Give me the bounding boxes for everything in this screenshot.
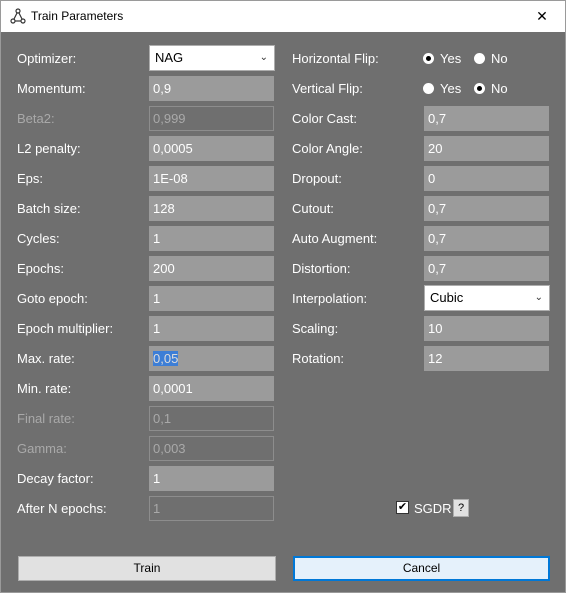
auto-augment-input[interactable]: 0,7 <box>424 226 549 251</box>
scaling-input[interactable]: 10 <box>424 316 549 341</box>
chevron-down-icon: ⌄ <box>534 292 543 303</box>
window-title: Train Parameters <box>31 9 124 23</box>
radio-selected-icon <box>423 53 434 64</box>
rotation-label: Rotation: <box>292 351 345 366</box>
color-angle-label: Color Angle: <box>292 141 363 156</box>
cancel-button[interactable]: Cancel <box>293 556 550 581</box>
batch-size-label: Batch size: <box>17 201 81 216</box>
final-rate-label: Final rate: <box>17 411 75 426</box>
vflip-yes-radio[interactable]: Yes <box>423 81 461 96</box>
auto-augment-label: Auto Augment: <box>292 231 378 246</box>
train-parameters-dialog: Train Parameters ✕ Optimizer: NAG ⌄ Mome… <box>0 0 566 593</box>
color-cast-input[interactable]: 0,7 <box>424 106 549 131</box>
radio-selected-icon <box>474 83 485 94</box>
l2-penalty-input[interactable]: 0,0005 <box>149 136 274 161</box>
optimizer-value: NAG <box>155 50 184 65</box>
sgdr-label: SGDR <box>414 501 452 516</box>
sgdr-checkbox[interactable]: ✔ <box>396 501 409 514</box>
eps-label: Eps: <box>17 171 44 186</box>
min-rate-label: Min. rate: <box>17 381 72 396</box>
interpolation-value: Cubic <box>430 290 464 305</box>
hflip-yes-label: Yes <box>440 51 462 66</box>
close-icon: ✕ <box>536 8 548 24</box>
cycles-input[interactable]: 1 <box>149 226 274 251</box>
vflip-no-radio[interactable]: No <box>474 81 508 96</box>
hflip-yes-radio[interactable]: Yes <box>423 51 461 66</box>
vflip-yes-label: Yes <box>440 81 462 96</box>
dropout-label: Dropout: <box>292 171 342 186</box>
interpolation-select[interactable]: Cubic ⌄ <box>424 285 550 311</box>
epochs-label: Epochs: <box>17 261 64 276</box>
momentum-input[interactable]: 0,9 <box>149 76 274 101</box>
color-cast-label: Color Cast: <box>292 111 358 126</box>
l2-penalty-label: L2 penalty: <box>17 141 81 156</box>
optimizer-label: Optimizer: <box>17 51 77 66</box>
cycles-label: Cycles: <box>17 231 60 246</box>
max-rate-label: Max. rate: <box>17 351 75 366</box>
epoch-multiplier-label: Epoch multiplier: <box>17 321 114 336</box>
sgdr-help-button[interactable]: ? <box>453 499 469 517</box>
vflip-no-label: No <box>491 81 508 96</box>
dropout-input[interactable]: 0 <box>424 166 549 191</box>
goto-epoch-input[interactable]: 1 <box>149 286 274 311</box>
optimizer-select[interactable]: NAG ⌄ <box>149 45 275 71</box>
eps-input[interactable]: 1E-08 <box>149 166 274 191</box>
color-angle-input[interactable]: 20 <box>424 136 549 161</box>
train-button[interactable]: Train <box>18 556 276 581</box>
batch-size-input[interactable]: 128 <box>149 196 274 221</box>
distortion-input[interactable]: 0,7 <box>424 256 549 281</box>
distortion-label: Distortion: <box>292 261 351 276</box>
gamma-input[interactable]: 0,003 <box>149 436 274 461</box>
hflip-no-label: No <box>491 51 508 66</box>
max-rate-selected-text: 0,05 <box>153 351 179 366</box>
interpolation-label: Interpolation: <box>292 291 368 306</box>
decay-factor-label: Decay factor: <box>17 471 94 486</box>
final-rate-input[interactable]: 0,1 <box>149 406 274 431</box>
decay-factor-input[interactable]: 1 <box>149 466 274 491</box>
after-n-epochs-label: After N epochs: <box>17 501 107 516</box>
beta2-input[interactable]: 0,999 <box>149 106 274 131</box>
chevron-down-icon: ⌄ <box>259 52 268 63</box>
scaling-label: Scaling: <box>292 321 339 336</box>
title-bar: Train Parameters ✕ <box>1 1 565 32</box>
goto-epoch-label: Goto epoch: <box>17 291 88 306</box>
close-button[interactable]: ✕ <box>519 1 565 32</box>
rotation-input[interactable]: 12 <box>424 346 549 371</box>
check-icon: ✔ <box>397 501 408 513</box>
horizontal-flip-label: Horizontal Flip: <box>292 51 379 66</box>
max-rate-input[interactable]: 0,05 <box>149 346 274 371</box>
gamma-label: Gamma: <box>17 441 67 456</box>
cutout-input[interactable]: 0,7 <box>424 196 549 221</box>
cutout-label: Cutout: <box>292 201 334 216</box>
radio-empty-icon <box>423 83 434 94</box>
momentum-label: Momentum: <box>17 81 86 96</box>
min-rate-input[interactable]: 0,0001 <box>149 376 274 401</box>
network-app-icon <box>10 8 26 24</box>
radio-empty-icon <box>474 53 485 64</box>
epoch-multiplier-input[interactable]: 1 <box>149 316 274 341</box>
epochs-input[interactable]: 200 <box>149 256 274 281</box>
beta2-label: Beta2: <box>17 111 55 126</box>
hflip-no-radio[interactable]: No <box>474 51 508 66</box>
after-n-epochs-input[interactable]: 1 <box>149 496 274 521</box>
vertical-flip-label: Vertical Flip: <box>292 81 363 96</box>
